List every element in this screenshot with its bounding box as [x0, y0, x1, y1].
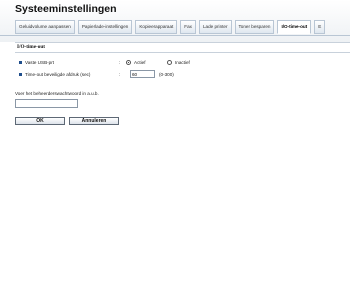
tab-divider — [0, 35, 350, 36]
tab-fax[interactable]: Fax — [180, 20, 196, 34]
radio-inactief-label[interactable]: Inactief — [175, 59, 190, 66]
tab-papierlade[interactable]: Papierlade-instellingen — [77, 20, 133, 34]
tab-toner-besparen[interactable]: Toner besparen — [234, 20, 275, 34]
bullet-icon — [19, 73, 22, 76]
radio-inactief[interactable] — [167, 59, 172, 65]
io-timeout-section: I/O-time-out Vaste USB-prt : Actief Inac… — [15, 42, 350, 107]
usb-port-row: Vaste USB-prt : Actief Inactief — [19, 59, 339, 67]
timeout-separator: : — [119, 72, 121, 77]
section-title: I/O-time-out — [17, 44, 45, 50]
timeout-label: Time-out beveiligde afdruk (sec) — [25, 72, 91, 77]
password-field[interactable] — [15, 99, 78, 108]
radio-actief-label[interactable]: Actief — [134, 59, 146, 66]
bullet-icon — [19, 61, 22, 64]
tab-geluidvolume[interactable]: Geluidvolume aanpassen — [15, 20, 75, 34]
cancel-button[interactable]: Annuleren — [69, 117, 119, 125]
section-divider — [15, 52, 350, 53]
radio-actief[interactable] — [126, 59, 131, 65]
timeout-range: (0-300) — [159, 72, 174, 77]
page-title: Systeeminstellingen — [15, 3, 117, 15]
timeout-input[interactable] — [130, 70, 155, 78]
usb-port-separator: : — [119, 60, 121, 65]
tab-io-time-out[interactable]: I/O-time-out — [277, 20, 312, 34]
tab-strip: Geluidvolume aanpassen Papierlade-instel… — [15, 20, 326, 34]
ok-button[interactable]: OK — [15, 117, 65, 125]
tab-kopieerapparaat[interactable]: Kopieerapparaat — [135, 20, 178, 34]
tab-lade-printer[interactable]: Lade printer — [198, 20, 232, 34]
usb-port-label: Vaste USB-prt — [25, 60, 55, 65]
password-prompt: Voer het beheerderswachtwoord in a.u.b. — [15, 91, 99, 96]
timeout-row: Time-out beveiligde afdruk (sec) : (0-30… — [19, 70, 339, 79]
tab-truncated[interactable]: E — [314, 20, 326, 34]
